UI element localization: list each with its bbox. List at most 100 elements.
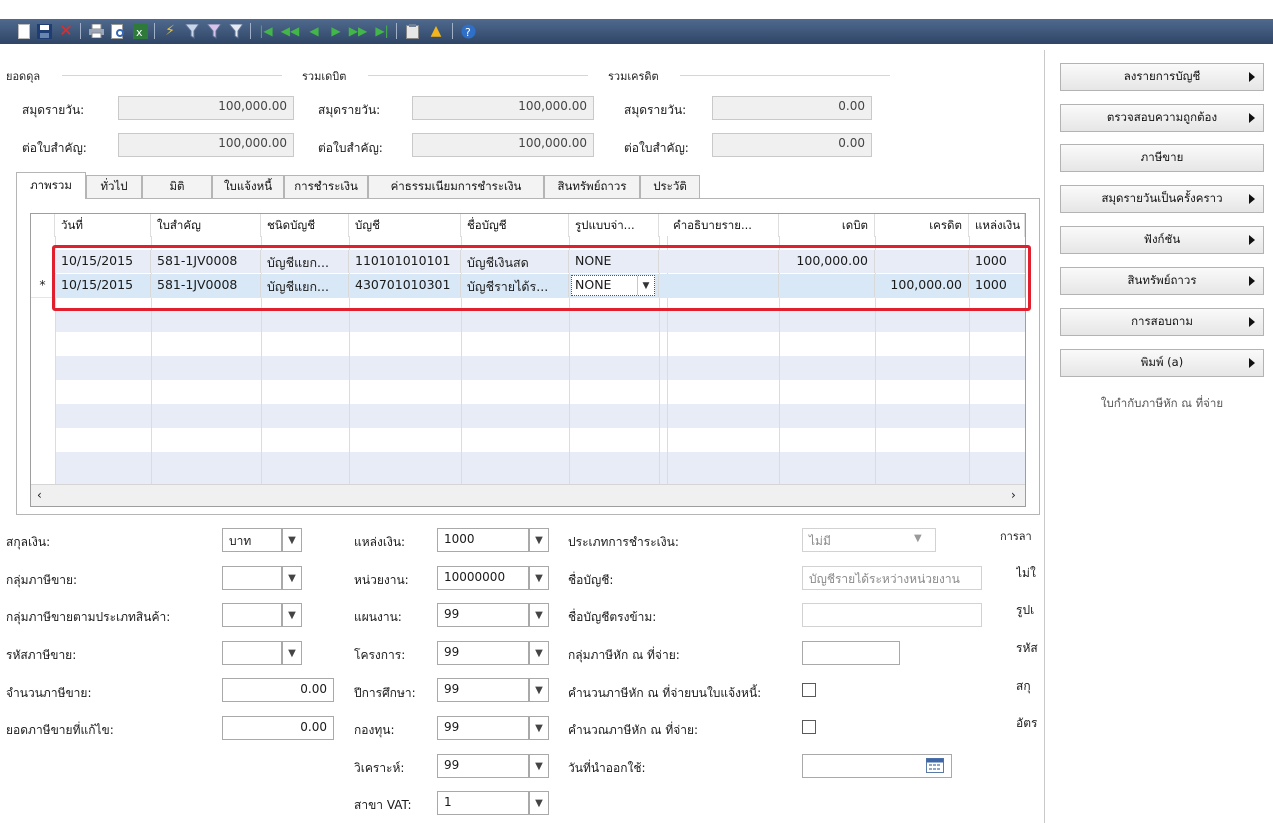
lightning-icon[interactable]: ⚡ xyxy=(160,21,180,41)
tab-general[interactable]: ทั่วไป xyxy=(86,175,142,198)
plan-select[interactable]: 99 xyxy=(437,603,529,627)
chevron-down-icon[interactable]: ▼ xyxy=(529,528,549,552)
cell-credit[interactable]: 100,000.00 xyxy=(875,274,969,297)
scroll-right-icon[interactable]: › xyxy=(1011,488,1016,502)
tab-overview[interactable]: ภาพรวม xyxy=(16,172,86,199)
post-button[interactable]: ลงรายการบัญชี xyxy=(1060,63,1264,91)
periodic-journal-button[interactable]: สมุดรายวันเป็นครั้งคราว xyxy=(1060,185,1264,213)
chevron-down-icon[interactable]: ▼ xyxy=(529,791,549,815)
tax-code-select[interactable] xyxy=(222,641,282,665)
chevron-down-icon[interactable]: ▼ xyxy=(529,566,549,590)
functions-button[interactable]: ฟังก์ชัน xyxy=(1060,226,1264,254)
column-header[interactable]: บัญชี xyxy=(349,214,461,237)
cell-account-type[interactable]: บัญชีแยก... xyxy=(261,274,349,297)
print-button[interactable]: พิมพ์ (a) xyxy=(1060,349,1264,377)
payment-format-combo[interactable]: NONE ▼ xyxy=(569,274,659,297)
journal-lines-grid[interactable]: วันที่ ใบสำคัญ ชนิดบัญชี บัญชี ชื่อบัญชี… xyxy=(30,213,1026,507)
column-header[interactable]: รูปแบบจ่า... xyxy=(569,214,659,237)
column-header[interactable]: ใบสำคัญ xyxy=(151,214,261,237)
excel-icon[interactable]: x xyxy=(130,21,150,41)
cell-voucher[interactable]: 581-1JV0008 xyxy=(151,274,261,297)
column-header[interactable]: เดบิต xyxy=(779,214,875,237)
cell-date[interactable]: 10/15/2015 xyxy=(55,274,151,297)
chevron-down-icon[interactable]: ▼ xyxy=(529,603,549,627)
column-header[interactable]: ชื่อบัญชี xyxy=(461,214,569,237)
wht-calc-checkbox[interactable] xyxy=(802,720,816,734)
sales-tax-button[interactable]: ภาษีขาย xyxy=(1060,144,1264,172)
chevron-down-icon[interactable]: ▼ xyxy=(529,641,549,665)
column-header[interactable]: ชนิดบัญชี xyxy=(261,214,349,237)
column-header[interactable]: เครดิต xyxy=(875,214,969,237)
cell-account[interactable]: 110101010101 xyxy=(349,250,461,273)
new-icon[interactable] xyxy=(14,21,34,41)
filter-icon[interactable] xyxy=(204,21,224,41)
chevron-down-icon[interactable]: ▼ xyxy=(282,566,302,590)
vat-branch-select[interactable]: 1 xyxy=(437,791,529,815)
next-record-icon[interactable]: ▶ xyxy=(326,21,346,41)
tab-payment[interactable]: การชำระเงิน xyxy=(284,175,368,198)
horizontal-scrollbar[interactable]: ‹ › xyxy=(31,484,1025,506)
print-icon[interactable] xyxy=(86,21,106,41)
chevron-down-icon[interactable]: ▼ xyxy=(282,641,302,665)
column-header[interactable]: วันที่ xyxy=(55,214,151,237)
chevron-down-icon[interactable]: ▼ xyxy=(282,528,302,552)
chevron-down-icon[interactable]: ▼ xyxy=(637,276,654,295)
cell-account-name[interactable]: บัญชีรายได้ร... xyxy=(461,274,569,297)
cell-payment-format[interactable]: NONE xyxy=(569,250,659,273)
chevron-down-icon[interactable]: ▼ xyxy=(529,754,549,778)
tax-adjusted-field[interactable]: 0.00 xyxy=(222,716,334,740)
cell-account-type[interactable]: บัญชีแยก... xyxy=(261,250,349,273)
delete-icon[interactable]: ✕ xyxy=(56,21,76,41)
analysis-select[interactable]: 99 xyxy=(437,754,529,778)
calendar-icon[interactable] xyxy=(926,758,944,776)
help-icon[interactable]: ? xyxy=(458,21,478,41)
column-header[interactable]: คำอธิบายราย... xyxy=(667,214,779,237)
tax-amount-field[interactable]: 0.00 xyxy=(222,678,334,702)
prev-record-icon[interactable]: ◀ xyxy=(304,21,324,41)
save-icon[interactable] xyxy=(34,21,54,41)
cell-fund[interactable]: 1000 xyxy=(969,250,1025,273)
prev-page-icon[interactable]: ◀◀ xyxy=(280,21,300,41)
next-page-icon[interactable]: ▶▶ xyxy=(348,21,368,41)
clipboard-icon[interactable] xyxy=(402,21,422,41)
funnel-icon[interactable] xyxy=(226,21,246,41)
inquiry-button[interactable]: การสอบถาม xyxy=(1060,308,1264,336)
cell-voucher[interactable]: 581-1JV0008 xyxy=(151,250,261,273)
tab-fixed-assets[interactable]: สินทรัพย์ถาวร xyxy=(544,175,640,198)
item-tax-group-select[interactable] xyxy=(222,603,282,627)
cell-description[interactable] xyxy=(667,274,779,297)
funds-select[interactable]: 99 xyxy=(437,716,529,740)
chevron-down-icon[interactable]: ▼ xyxy=(529,716,549,740)
cell-account-name[interactable]: บัญชีเงินสด xyxy=(461,250,569,273)
print-preview-icon[interactable] xyxy=(108,21,128,41)
unit-select[interactable]: 10000000 xyxy=(437,566,529,590)
validate-button[interactable]: ตรวจสอบความถูกต้อง xyxy=(1060,104,1264,132)
last-record-icon[interactable]: ▶| xyxy=(372,21,392,41)
fund-select[interactable]: 1000 xyxy=(437,528,529,552)
cell-debit[interactable]: 100,000.00 xyxy=(779,250,875,273)
tab-payment-fee[interactable]: ค่าธรรมเนียมการชำระเงิน xyxy=(368,175,544,198)
wht-group-field[interactable] xyxy=(802,641,900,665)
cell-fund[interactable]: 1000 xyxy=(969,274,1025,297)
chevron-down-icon[interactable]: ▼ xyxy=(282,603,302,627)
filter-clear-icon[interactable] xyxy=(182,21,202,41)
cell-account[interactable]: 430701010301 xyxy=(349,274,461,297)
chevron-down-icon[interactable]: ▼ xyxy=(529,678,549,702)
tab-invoice[interactable]: ใบแจ้งหนี้ xyxy=(212,175,284,198)
cell-debit[interactable] xyxy=(779,274,875,297)
cell-date[interactable]: 10/15/2015 xyxy=(55,250,151,273)
warning-icon[interactable]: ▲ xyxy=(426,21,446,41)
cell-credit[interactable] xyxy=(875,250,969,273)
tab-dimensions[interactable]: มิติ xyxy=(142,175,212,198)
column-header[interactable]: แหล่งเงิน xyxy=(969,214,1025,237)
tab-history[interactable]: ประวัติ xyxy=(640,175,700,198)
wht-invoice-checkbox[interactable] xyxy=(802,683,816,697)
table-row[interactable]: 10/15/2015 581-1JV0008 บัญชีแยก... 11010… xyxy=(31,250,1025,273)
currency-select[interactable]: บาท xyxy=(222,528,282,552)
fixed-assets-button[interactable]: สินทรัพย์ถาวร xyxy=(1060,267,1264,295)
scroll-left-icon[interactable]: ‹ xyxy=(37,488,42,502)
first-record-icon[interactable]: |◀ xyxy=(256,21,276,41)
cell-description[interactable] xyxy=(667,250,779,273)
tax-group-select[interactable] xyxy=(222,566,282,590)
project-select[interactable]: 99 xyxy=(437,641,529,665)
